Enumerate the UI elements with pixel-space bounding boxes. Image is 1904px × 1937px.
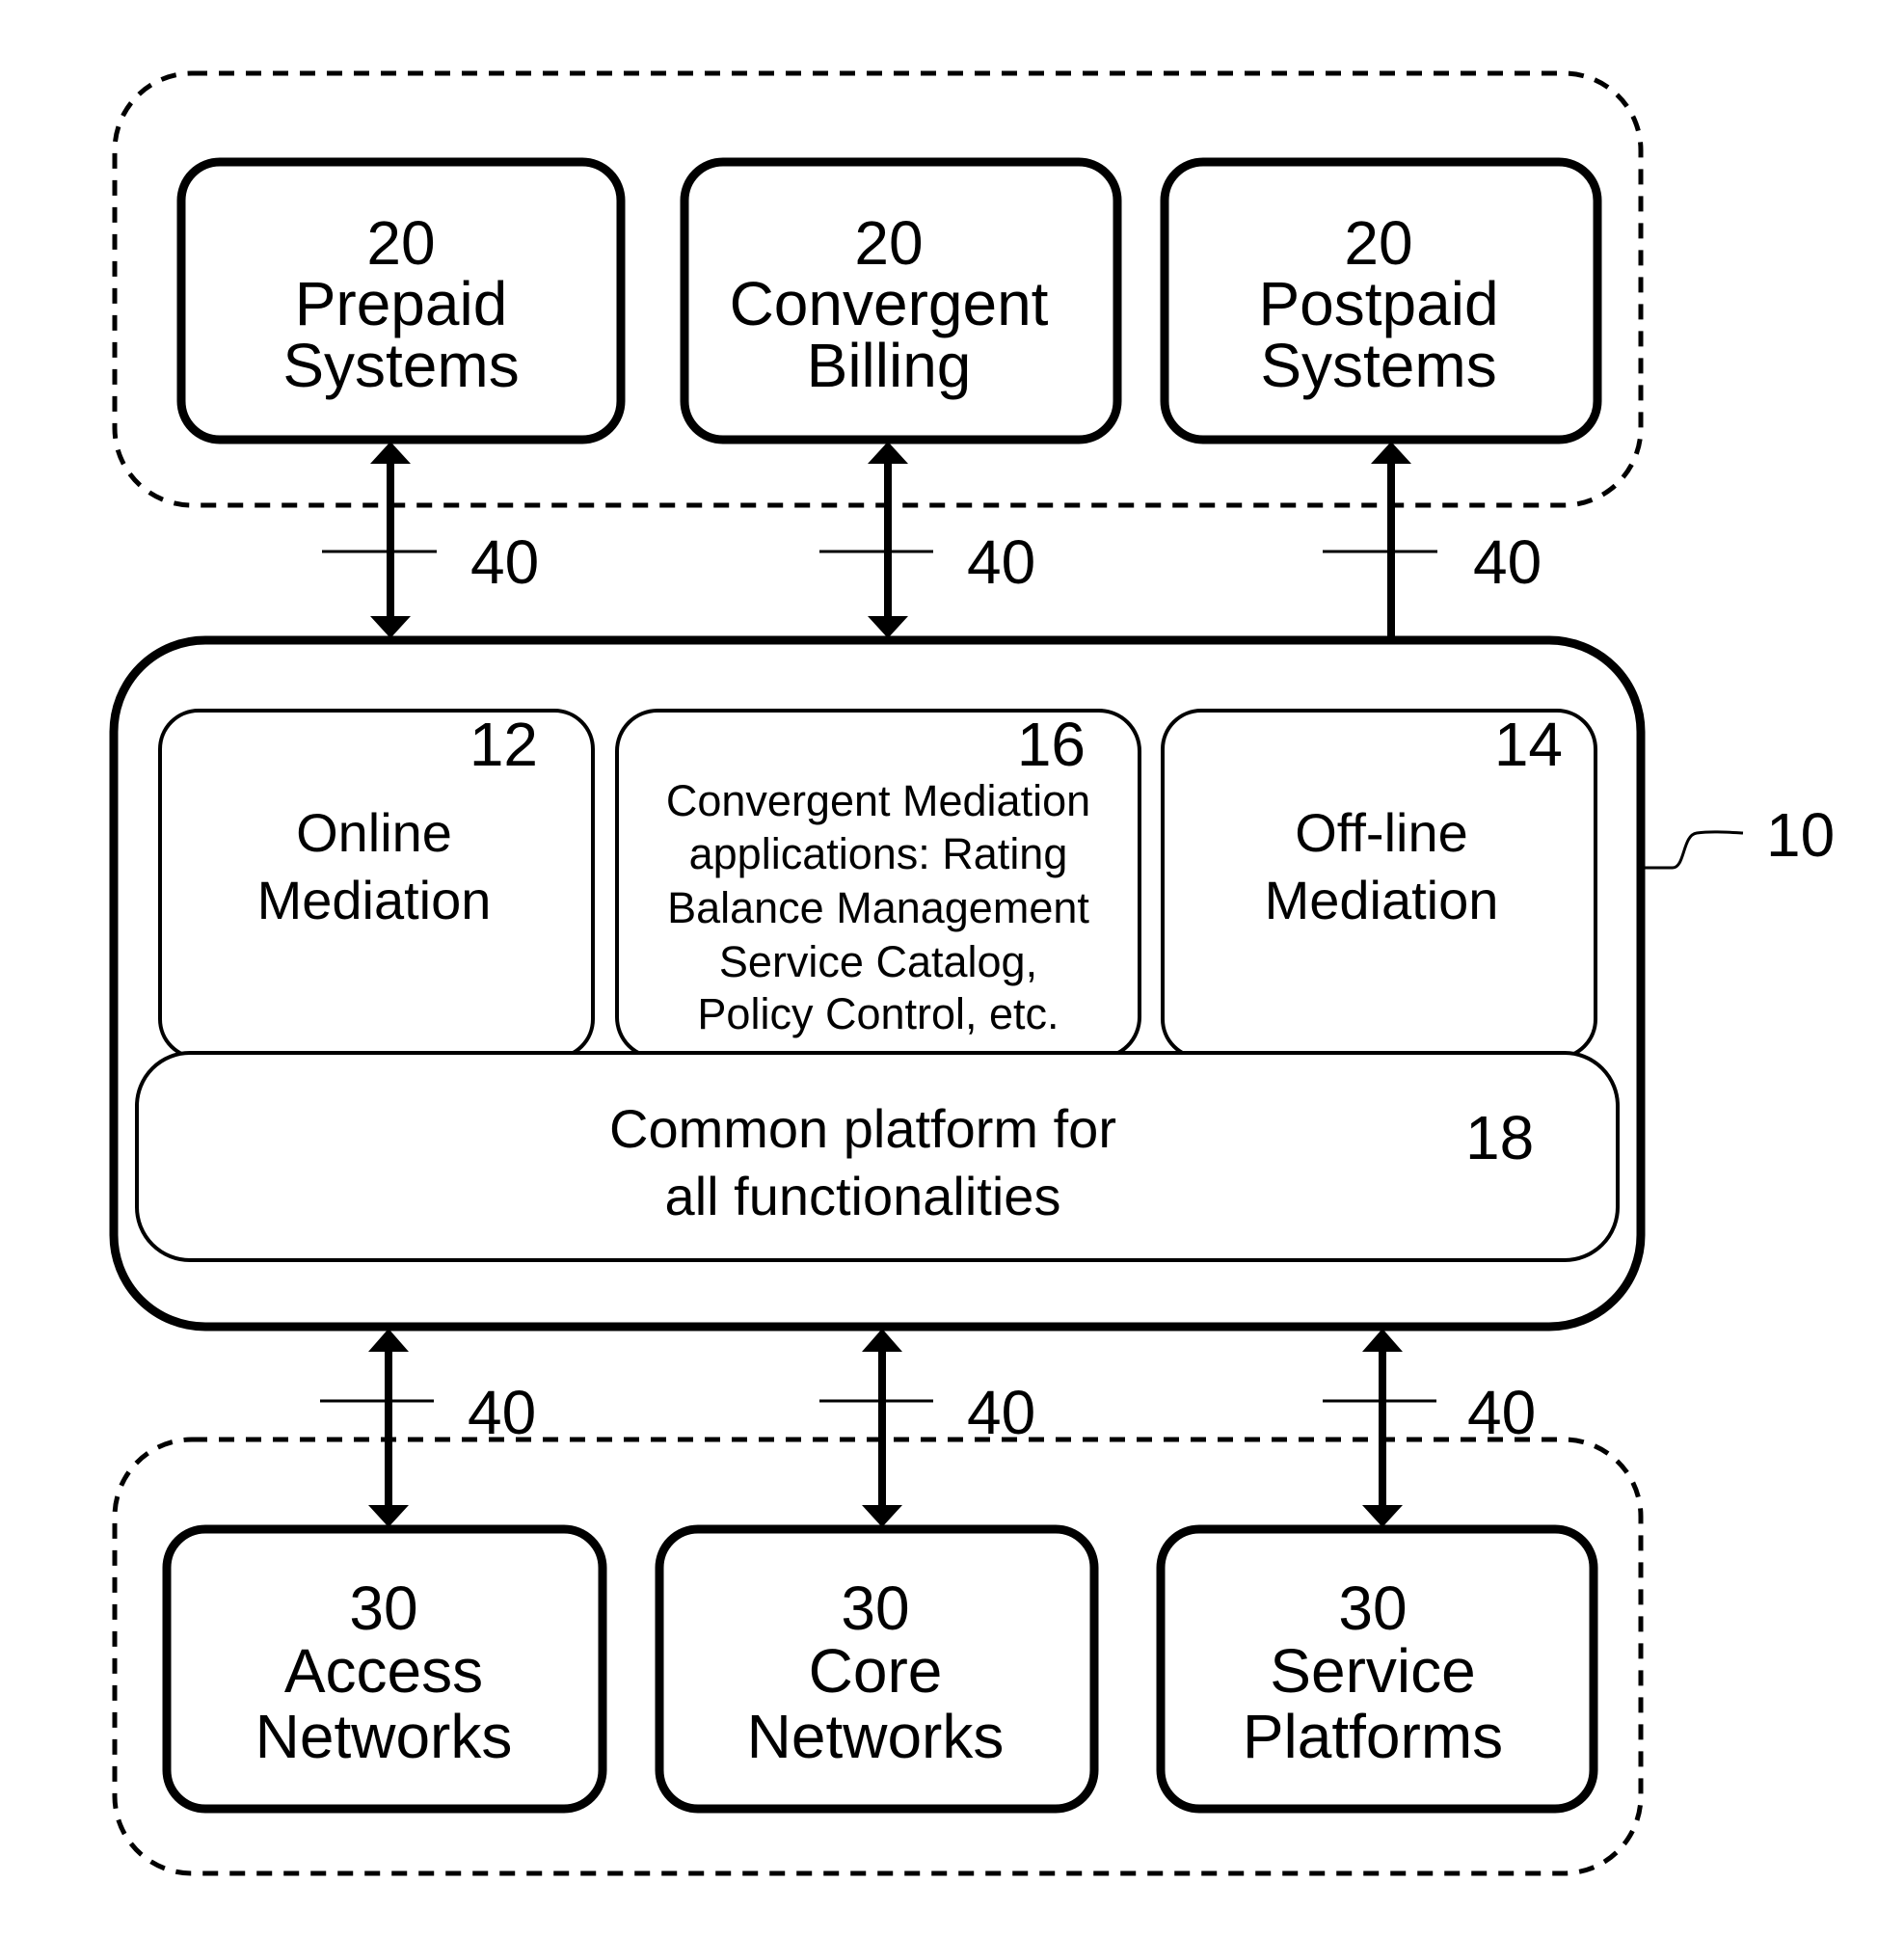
- upper-connection-3-ref: 40: [1473, 527, 1542, 597]
- mediation-system-leader-line: [1645, 830, 1744, 870]
- upper-connection-1-ref: 40: [470, 527, 539, 597]
- convergent-billing-box: 20 Convergent Billing: [680, 157, 1122, 444]
- service-platforms-line-2: Platforms: [1243, 1702, 1503, 1771]
- core-networks-box: 30 Core Networks: [655, 1524, 1099, 1814]
- arrow-up-head-icon: [1371, 442, 1411, 464]
- upper-connection-2: 40: [819, 442, 1035, 638]
- offline-mediation-line-2: Mediation: [1265, 870, 1499, 930]
- mediation-system-ref: 10: [1766, 800, 1835, 870]
- lower-connection-2-ref: 40: [967, 1378, 1035, 1447]
- convergent-mediation-line-4: Service Catalog,: [719, 937, 1037, 986]
- arrow-down-head-icon: [862, 1505, 902, 1527]
- prepaid-systems-ref: 20: [366, 208, 435, 278]
- core-networks-ref: 30: [841, 1574, 909, 1643]
- access-networks-box: 30 Access Networks: [162, 1524, 607, 1814]
- mediation-system: 12 Online Mediation 16 Convergent Mediat…: [109, 635, 1646, 1332]
- convergent-billing-line-1: Convergent: [730, 269, 1049, 338]
- online-mediation-ref: 12: [469, 710, 538, 779]
- arrow-up-head-icon: [862, 1329, 902, 1352]
- upper-connection-1: 40: [322, 442, 539, 638]
- lower-connection-3: 40: [1323, 1329, 1536, 1527]
- lower-connection-3-ref: 40: [1467, 1378, 1536, 1447]
- access-networks-ref: 30: [349, 1574, 417, 1643]
- lower-connection-2: 40: [819, 1329, 1035, 1527]
- online-mediation-line-2: Mediation: [257, 870, 492, 930]
- postpaid-systems-ref: 20: [1344, 208, 1412, 278]
- arrow-up-head-icon: [868, 442, 908, 464]
- access-networks-line-1: Access: [284, 1636, 483, 1706]
- offline-mediation-ref: 14: [1494, 710, 1563, 779]
- arrow-down-head-icon: [368, 1505, 409, 1527]
- arrow-up-head-icon: [368, 1329, 409, 1352]
- postpaid-systems-box: 20 Postpaid Systems: [1160, 157, 1602, 444]
- offline-mediation-module: 14 Off-line Mediation: [1161, 709, 1597, 1060]
- convergent-mediation-line-3: Balance Management: [667, 883, 1089, 932]
- convergent-mediation-line-2: applications: Rating: [689, 829, 1068, 878]
- postpaid-systems-line-1: Postpaid: [1258, 269, 1498, 338]
- upper-connection-2-ref: 40: [967, 527, 1035, 597]
- upper-connection-3: 40: [1323, 442, 1542, 638]
- offline-mediation-line-1: Off-line: [1295, 802, 1467, 863]
- common-platform-line-1: Common platform for: [609, 1098, 1116, 1159]
- lower-connection-1-ref: 40: [468, 1378, 536, 1447]
- core-networks-line-1: Core: [809, 1636, 943, 1706]
- arrow-up-head-icon: [1362, 1329, 1403, 1352]
- prepaid-systems-box: 20 Prepaid Systems: [176, 157, 626, 444]
- common-platform-module: Common platform for all functionalities …: [135, 1051, 1620, 1262]
- access-networks-line-2: Networks: [255, 1702, 513, 1771]
- service-platforms-line-1: Service: [1270, 1636, 1475, 1706]
- postpaid-systems-line-2: Systems: [1260, 331, 1496, 400]
- arrow-down-head-icon: [868, 616, 908, 638]
- arrow-up-head-icon: [370, 442, 411, 464]
- common-platform-line-2: all functionalities: [665, 1166, 1061, 1226]
- arrow-down-head-icon: [370, 616, 411, 638]
- lower-connection-1: 40: [320, 1329, 536, 1527]
- common-platform-ref: 18: [1465, 1103, 1534, 1172]
- convergent-mediation-module: 16 Convergent Mediation applications: Ra…: [615, 709, 1141, 1060]
- arrow-down-head-icon: [1362, 1505, 1403, 1527]
- convergent-billing-line-2: Billing: [807, 331, 972, 400]
- online-mediation-module: 12 Online Mediation: [158, 709, 595, 1060]
- online-mediation-line-1: Online: [296, 802, 452, 863]
- service-platforms-box: 30 Service Platforms: [1156, 1524, 1598, 1814]
- convergent-mediation-line-1: Convergent Mediation: [666, 776, 1090, 825]
- mediation-architecture-diagram: 20 Prepaid Systems 20 Convergent Billing…: [109, 70, 1835, 1876]
- service-platforms-ref: 30: [1338, 1574, 1407, 1643]
- convergent-billing-ref: 20: [854, 208, 923, 278]
- prepaid-systems-line-2: Systems: [282, 331, 519, 400]
- convergent-mediation-line-5: Policy Control, etc.: [697, 989, 1059, 1038]
- prepaid-systems-line-1: Prepaid: [295, 269, 508, 338]
- core-networks-line-2: Networks: [747, 1702, 1005, 1771]
- convergent-mediation-ref: 16: [1017, 710, 1086, 779]
